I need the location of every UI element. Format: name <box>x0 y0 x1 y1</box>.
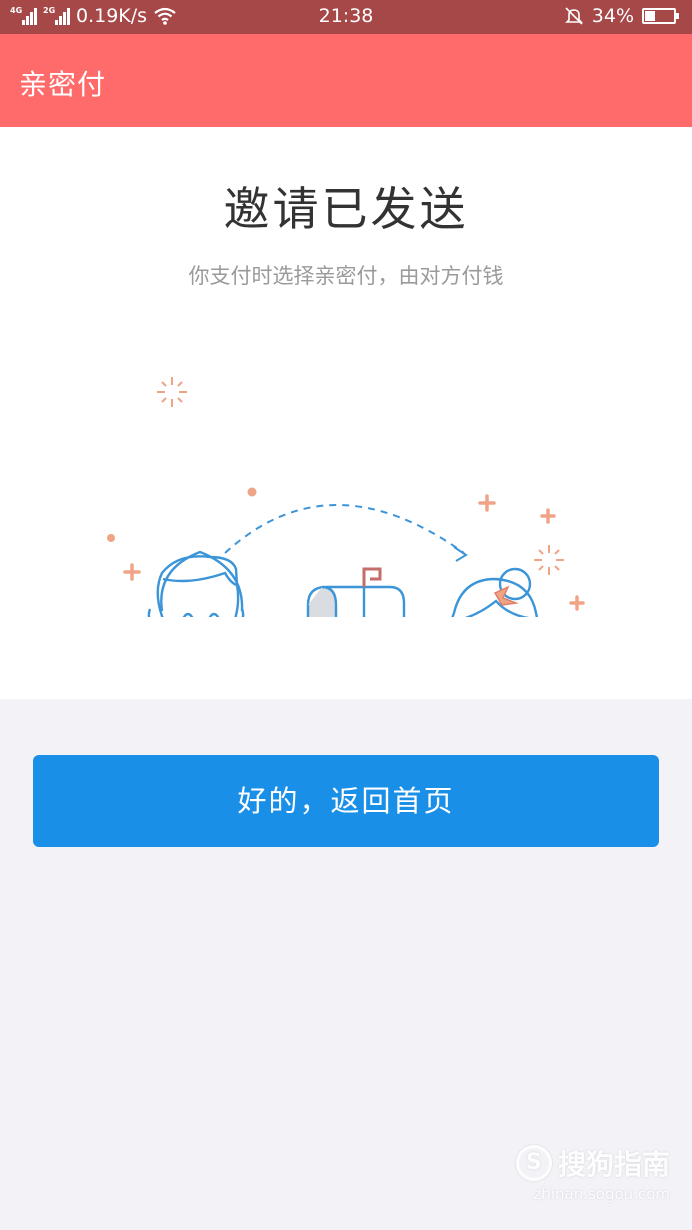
subtitle: 你支付时选择亲密付，由对方付钱 <box>188 264 504 288</box>
watermark-text: 搜狗指南 <box>557 1148 670 1181</box>
watermark-url: zhinan.sogou.com <box>533 1185 670 1203</box>
return-home-button[interactable]: 好的，返回首页 <box>33 755 659 847</box>
battery-icon <box>642 8 679 24</box>
status-right: 34% <box>564 5 679 27</box>
bell-muted-icon <box>564 7 583 25</box>
invite-illustration <box>107 377 585 617</box>
sparkle-icon-2 <box>534 545 564 575</box>
status-bar: 4G 2G 0.19K/s 21:38 34% <box>0 0 692 34</box>
boy-icon <box>147 550 245 617</box>
main-card: 邀请已发送 你支付时选择亲密付，由对方付钱 <box>0 127 692 699</box>
headline: 邀请已发送 <box>223 182 469 236</box>
dashed-arrow <box>224 504 465 554</box>
app-bar: 亲密付 <box>0 34 692 127</box>
watermark: S 搜狗指南 zhinan.sogou.com <box>515 1143 670 1203</box>
battery-percent: 34% <box>591 5 634 27</box>
sparkle-icon <box>157 377 187 407</box>
sogou-logo-icon: S <box>515 1145 552 1181</box>
mailbox-icon <box>306 585 406 617</box>
watermark-brand: S 搜狗指南 <box>515 1143 670 1183</box>
page-title: 亲密付 <box>19 68 107 101</box>
girl-icon <box>451 567 538 617</box>
